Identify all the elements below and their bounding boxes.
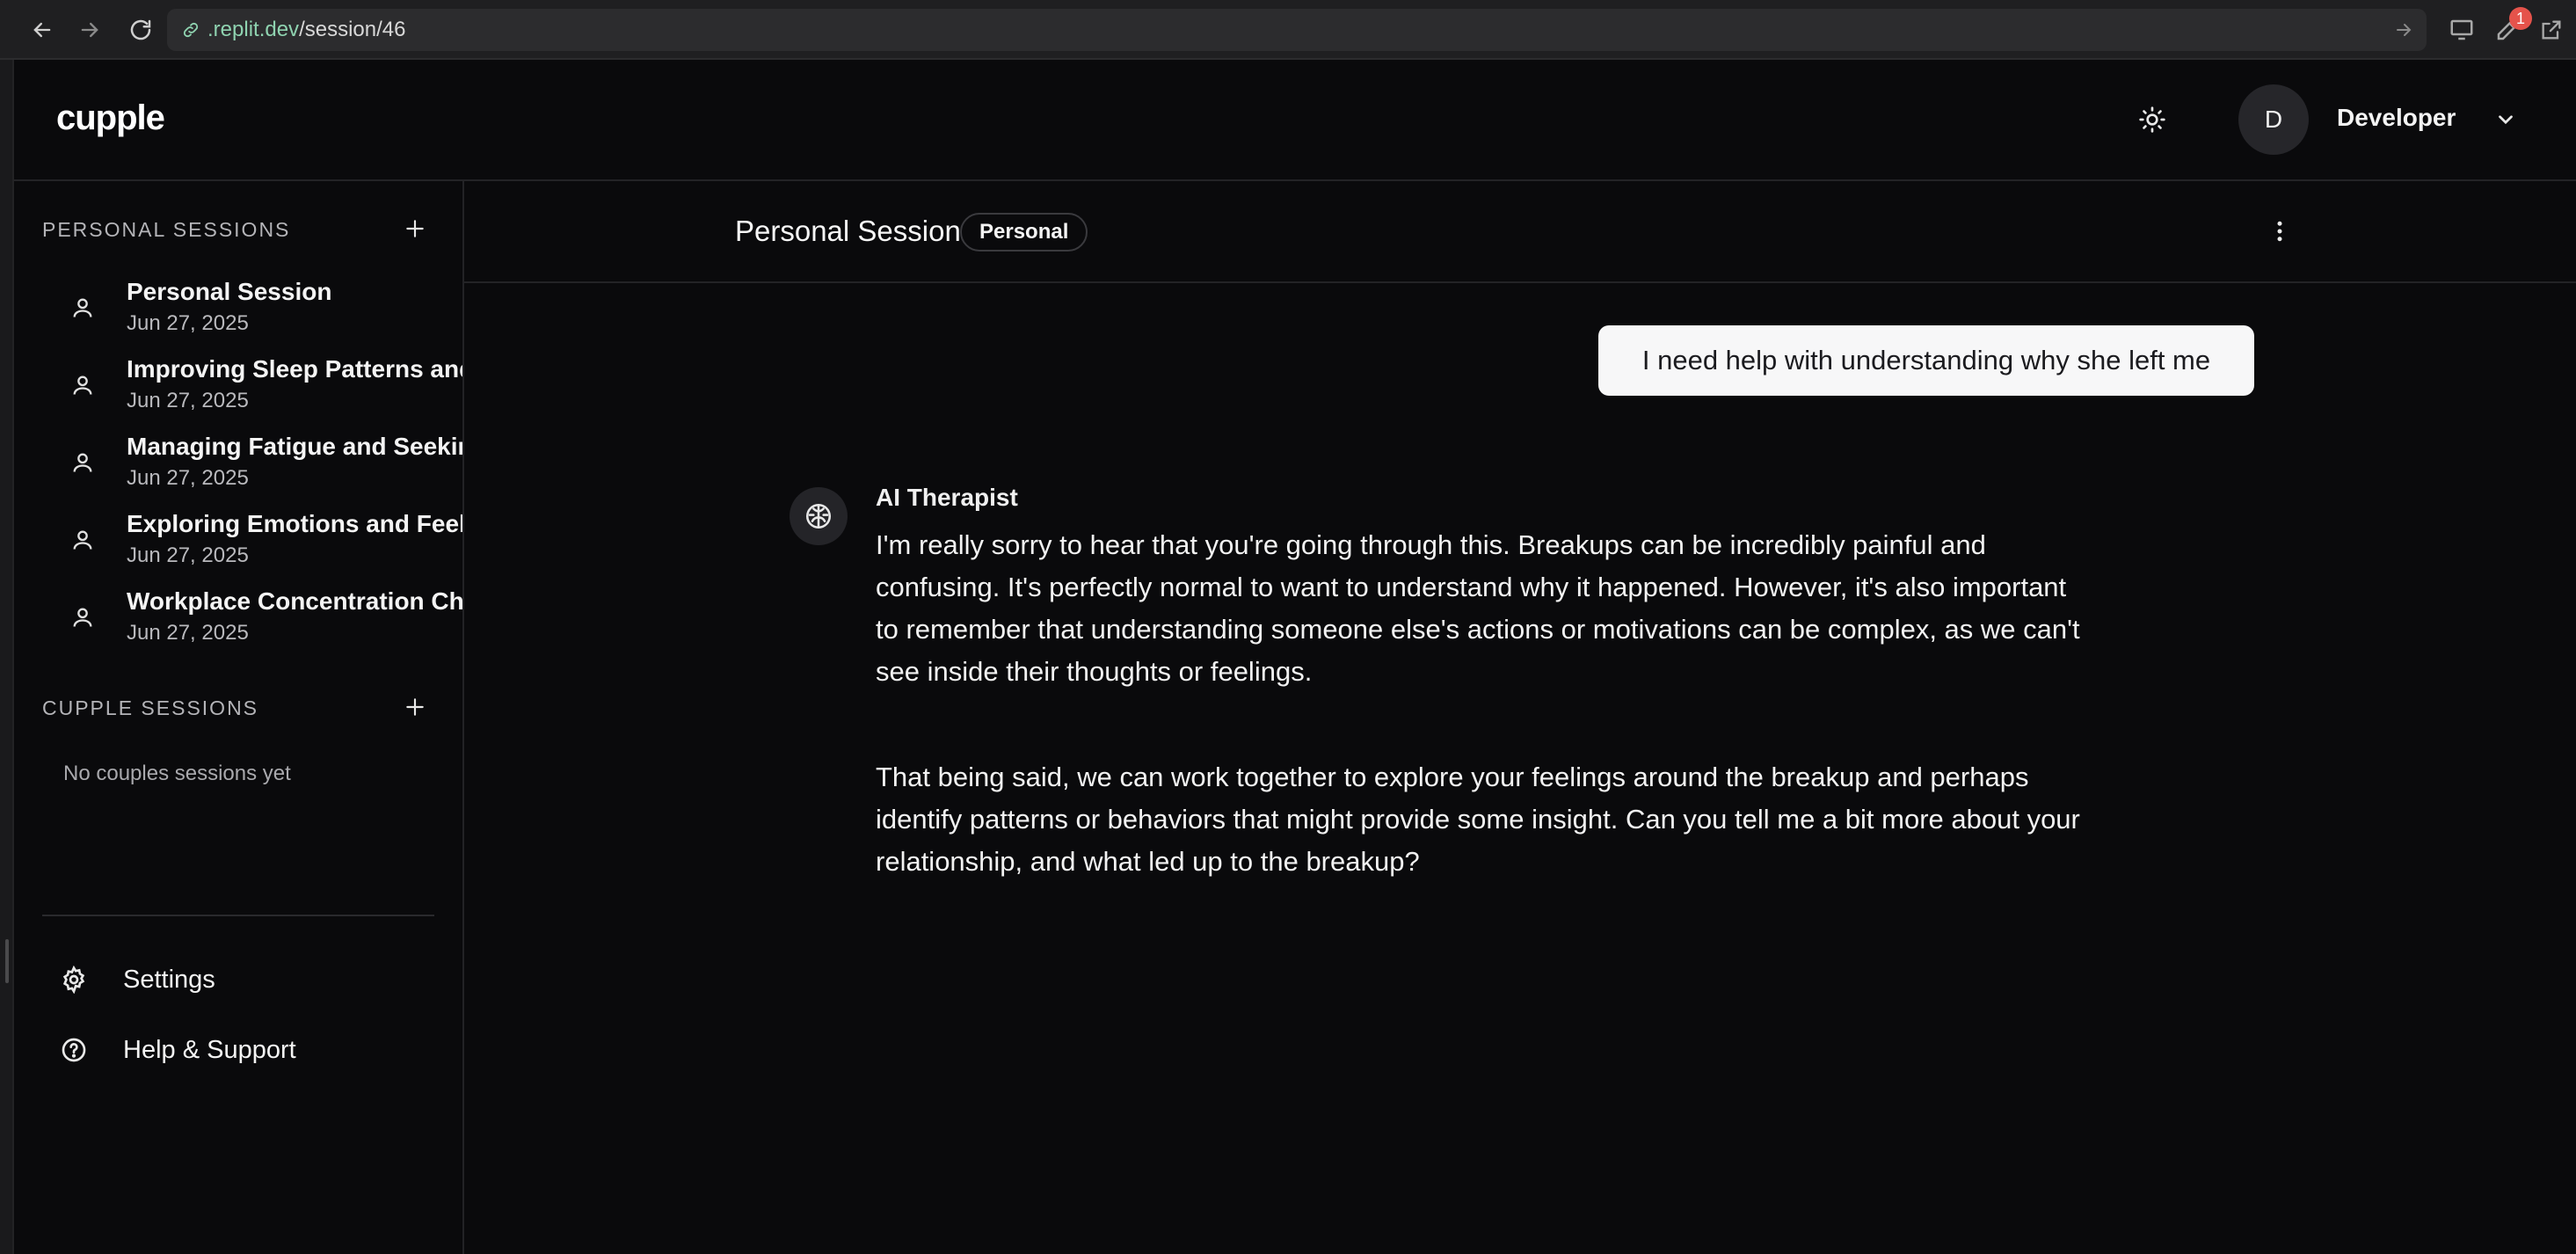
session-title: Exploring Emotions and Feeli bbox=[127, 510, 464, 537]
back-icon[interactable] bbox=[25, 12, 60, 47]
tools-icon[interactable]: 1 bbox=[2490, 7, 2532, 47]
session-type-badge: Personal bbox=[960, 213, 1088, 252]
url-path: /session/46 bbox=[299, 18, 406, 41]
notification-badge: 1 bbox=[2509, 7, 2532, 30]
sidebar: PERSONAL SESSIONS Personal Session Jun 2… bbox=[14, 181, 464, 1254]
page-title: Personal Session bbox=[735, 215, 961, 247]
session-date: Jun 27, 2025 bbox=[127, 311, 249, 335]
user-icon bbox=[67, 369, 98, 401]
user-name[interactable]: Developer bbox=[2337, 104, 2456, 132]
avatar[interactable]: D bbox=[2238, 84, 2309, 155]
cupple-sessions-title: CUPPLE SESSIONS bbox=[42, 696, 259, 719]
session-item[interactable]: Managing Fatigue and Seekin Jun 27, 2025 bbox=[14, 427, 464, 505]
settings-link[interactable]: Settings bbox=[56, 959, 215, 1001]
session-item[interactable]: Personal Session Jun 27, 2025 bbox=[14, 273, 462, 350]
ai-message-paragraph: I'm really sorry to hear that you're goi… bbox=[876, 529, 2080, 687]
browser-toolbar: .replit.dev/session/46 1 bbox=[0, 0, 2576, 60]
settings-label: Settings bbox=[123, 965, 215, 994]
session-date: Jun 27, 2025 bbox=[127, 466, 249, 490]
reload-icon[interactable] bbox=[123, 12, 158, 47]
user-icon bbox=[67, 524, 98, 556]
session-title: Personal Session bbox=[127, 278, 332, 305]
chat-header: Personal Session Personal bbox=[464, 181, 2576, 283]
chevron-down-icon[interactable] bbox=[2490, 104, 2521, 135]
session-title: Managing Fatigue and Seekin bbox=[127, 433, 464, 460]
add-personal-session-button[interactable] bbox=[397, 211, 433, 246]
user-icon bbox=[67, 447, 98, 478]
link-icon bbox=[181, 20, 200, 40]
brain-icon bbox=[790, 487, 848, 545]
sun-icon[interactable] bbox=[2129, 97, 2175, 142]
session-date: Jun 27, 2025 bbox=[127, 543, 249, 567]
help-support-link[interactable]: Help & Support bbox=[56, 1029, 296, 1071]
go-arrow-icon[interactable] bbox=[2393, 19, 2414, 47]
session-date: Jun 27, 2025 bbox=[127, 389, 249, 412]
user-icon bbox=[67, 292, 98, 324]
session-date: Jun 27, 2025 bbox=[127, 621, 249, 645]
screen-icon[interactable] bbox=[2444, 12, 2479, 47]
sidebar-divider bbox=[42, 915, 434, 916]
help-support-label: Help & Support bbox=[123, 1035, 296, 1064]
url-host: .replit.dev bbox=[207, 18, 300, 41]
user-message: I need help with understanding why she l… bbox=[1598, 325, 2254, 396]
resize-handle[interactable] bbox=[5, 939, 9, 983]
session-title: Improving Sleep Patterns and bbox=[127, 355, 464, 383]
chat-panel: Personal Session Personal I need help wi… bbox=[464, 181, 2576, 1254]
plus-icon bbox=[404, 217, 426, 240]
app-header: cupple D Developer bbox=[14, 60, 2576, 181]
url-bar[interactable]: .replit.dev/session/46 bbox=[167, 9, 2427, 51]
external-link-icon[interactable] bbox=[2534, 12, 2569, 47]
personal-sessions-title: PERSONAL SESSIONS bbox=[42, 218, 291, 241]
ai-sender-name: AI Therapist bbox=[876, 484, 1018, 511]
plus-icon bbox=[404, 696, 426, 718]
left-rail bbox=[0, 60, 14, 1254]
add-cupple-session-button[interactable] bbox=[397, 689, 433, 725]
app-logo[interactable]: cupple bbox=[56, 98, 165, 138]
ai-message-paragraph: That being said, we can work together to… bbox=[876, 762, 2080, 877]
forward-icon[interactable] bbox=[72, 12, 107, 47]
user-icon bbox=[67, 601, 98, 633]
session-item[interactable]: Improving Sleep Patterns and Jun 27, 202… bbox=[14, 350, 464, 427]
session-title: Workplace Concentration Cha bbox=[127, 587, 464, 615]
more-vertical-icon[interactable] bbox=[2258, 209, 2302, 253]
gear-icon bbox=[56, 962, 91, 997]
session-item[interactable]: Exploring Emotions and Feeli Jun 27, 202… bbox=[14, 505, 464, 582]
session-item[interactable]: Workplace Concentration Cha Jun 27, 2025 bbox=[14, 582, 464, 660]
empty-state-text: No couples sessions yet bbox=[63, 762, 291, 785]
help-circle-icon bbox=[56, 1032, 91, 1068]
